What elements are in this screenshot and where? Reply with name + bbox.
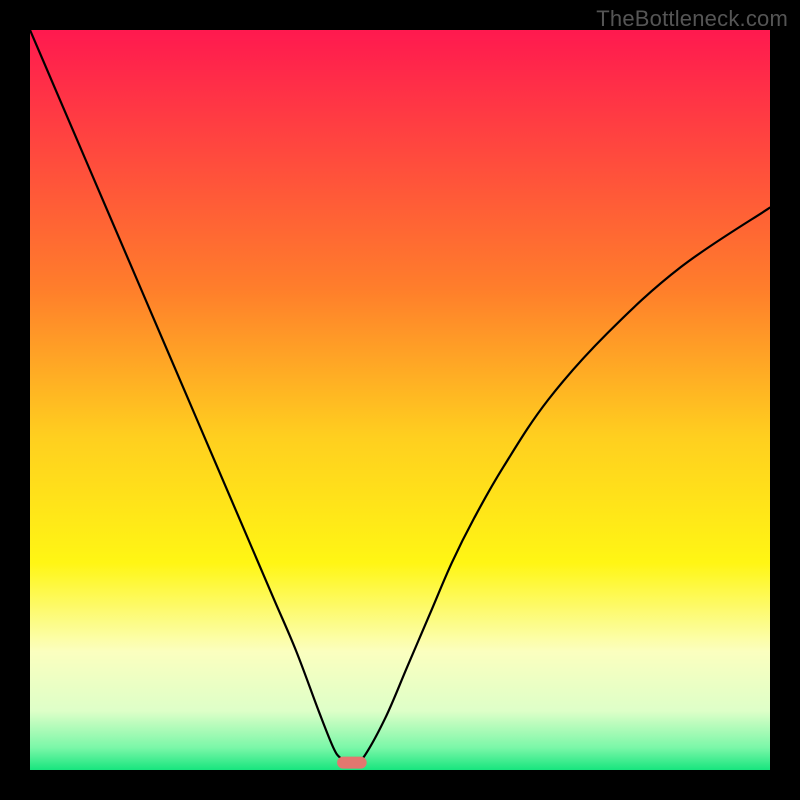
gradient-background xyxy=(30,30,770,770)
min-marker xyxy=(337,757,367,769)
watermark-text: TheBottleneck.com xyxy=(596,6,788,32)
chart-container: TheBottleneck.com xyxy=(0,0,800,800)
plot-area xyxy=(30,30,770,770)
chart-svg xyxy=(30,30,770,770)
